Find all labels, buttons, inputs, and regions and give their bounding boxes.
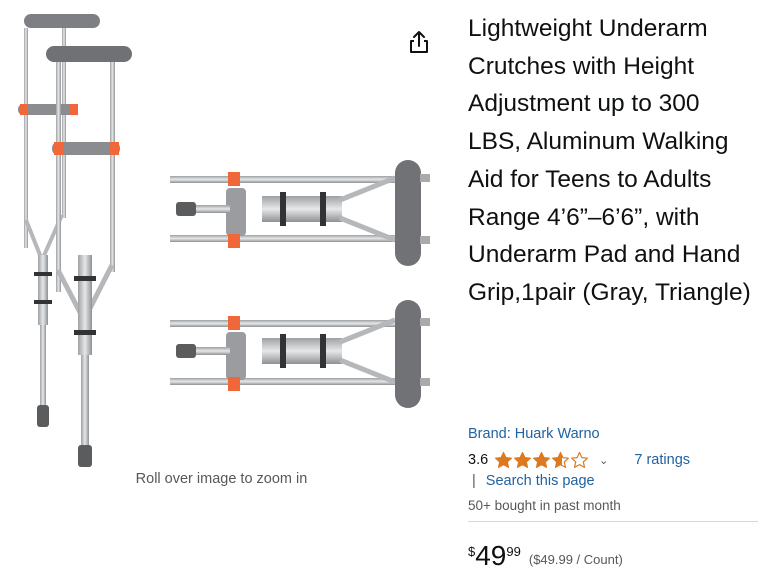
star-half-icon (552, 451, 570, 468)
crutch-front (46, 46, 132, 467)
price-symbol: $ (468, 544, 476, 559)
chevron-down-icon[interactable]: ⌄ (599, 454, 608, 467)
rating-row: 3.6 ⌄ 7 ratings (468, 449, 690, 471)
share-button[interactable] (404, 28, 434, 58)
price-fraction: 99 (506, 544, 521, 559)
search-page-row: | Search this page (472, 473, 595, 489)
crutch-horizontal-top (170, 160, 430, 266)
search-this-page-link[interactable]: Search this page (486, 473, 595, 489)
star-full-icon (533, 451, 551, 468)
unit-price: ($49.99 / Count) (528, 552, 623, 567)
product-main-image[interactable] (0, 0, 450, 470)
crutch-horizontal-bottom (170, 300, 430, 408)
share-icon (410, 31, 428, 53)
star-rating[interactable] (494, 451, 589, 469)
divider (468, 521, 758, 522)
price-block: $ 49 99 ($49.99 / Count) (468, 540, 623, 572)
brand-link[interactable]: Brand: Huark Warno (468, 426, 600, 442)
image-gallery: Roll over image to zoom in (0, 0, 450, 576)
zoom-hint: Roll over image to zoom in (135, 471, 308, 487)
star-full-icon (514, 451, 532, 468)
star-empty-icon (571, 451, 589, 468)
rating-value: 3.6 (468, 452, 489, 468)
product-title: Lightweight Underarm Crutches with Heigh… (468, 15, 751, 306)
price-whole: 49 (475, 540, 507, 571)
ratings-count-link[interactable]: 7 ratings (634, 452, 690, 468)
separator: | (472, 473, 476, 489)
star-full-icon (495, 451, 513, 468)
bought-in-past-month: 50+ bought in past month (468, 498, 621, 513)
